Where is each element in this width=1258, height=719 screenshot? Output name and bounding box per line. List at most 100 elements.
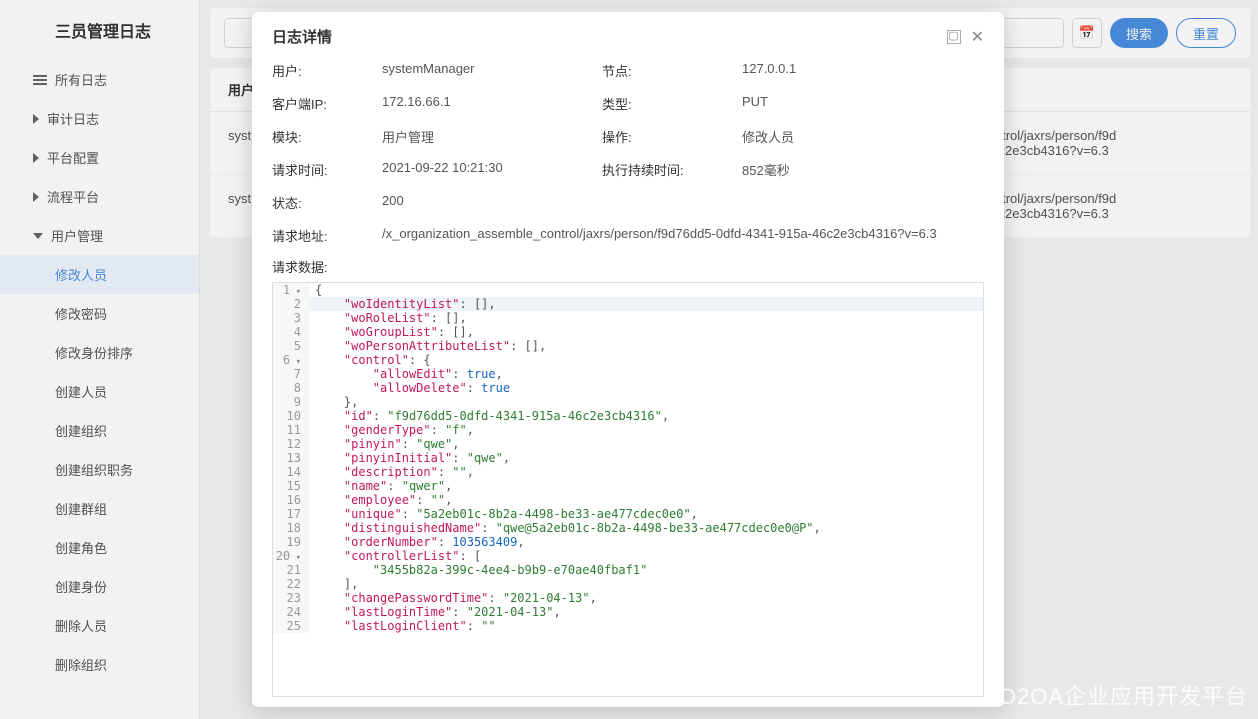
value-duration: 852毫秒 bbox=[742, 160, 984, 179]
label-type: 类型: bbox=[602, 94, 742, 113]
gutter: 9 bbox=[273, 395, 309, 409]
code-content: "controllerList": [ bbox=[309, 549, 983, 563]
gutter: 6 bbox=[273, 353, 309, 367]
code-line[interactable]: 10 "id": "f9d76dd5-0dfd-4341-915a-46c2e3… bbox=[273, 409, 983, 423]
code-content: "3455b82a-399c-4ee4-b9b9-e70ae40fbaf1" bbox=[309, 563, 983, 577]
label-module: 模块: bbox=[272, 127, 382, 146]
code-content: "employee": "", bbox=[309, 493, 983, 507]
code-content: "woRoleList": [], bbox=[309, 311, 983, 325]
label-duration: 执行持续时间: bbox=[602, 160, 742, 179]
gutter: 15 bbox=[273, 479, 309, 493]
code-content: "woGroupList": [], bbox=[309, 325, 983, 339]
gutter: 8 bbox=[273, 381, 309, 395]
code-content: "genderType": "f", bbox=[309, 423, 983, 437]
label-req-data: 请求数据: bbox=[272, 257, 984, 276]
gutter: 10 bbox=[273, 409, 309, 423]
code-content: ], bbox=[309, 577, 983, 591]
label-operation: 操作: bbox=[602, 127, 742, 146]
code-content: "pinyinInitial": "qwe", bbox=[309, 451, 983, 465]
code-line[interactable]: 11 "genderType": "f", bbox=[273, 423, 983, 437]
value-client-ip: 172.16.66.1 bbox=[382, 94, 602, 113]
gutter: 1 bbox=[273, 283, 309, 297]
code-line[interactable]: 25 "lastLoginClient": "" bbox=[273, 619, 983, 633]
label-client-ip: 客户端IP: bbox=[272, 94, 382, 113]
code-line[interactable]: 9 }, bbox=[273, 395, 983, 409]
code-line[interactable]: 4 "woGroupList": [], bbox=[273, 325, 983, 339]
gutter: 12 bbox=[273, 437, 309, 451]
label-req-addr: 请求地址: bbox=[272, 226, 382, 245]
label-req-time: 请求时间: bbox=[272, 160, 382, 179]
modal-title: 日志详情 bbox=[272, 26, 937, 47]
value-type: PUT bbox=[742, 94, 984, 113]
code-line[interactable]: 8 "allowDelete": true bbox=[273, 381, 983, 395]
code-line[interactable]: 17 "unique": "5a2eb01c-8b2a-4498-be33-ae… bbox=[273, 507, 983, 521]
value-status: 200 bbox=[382, 193, 602, 212]
code-line[interactable]: 2 "woIdentityList": [], bbox=[273, 297, 983, 311]
close-icon[interactable]: ✕ bbox=[971, 27, 984, 47]
gutter: 11 bbox=[273, 423, 309, 437]
gutter: 17 bbox=[273, 507, 309, 521]
value-module: 用户管理 bbox=[382, 127, 602, 146]
value-req-addr: /x_organization_assemble_control/jaxrs/p… bbox=[382, 226, 984, 245]
code-line[interactable]: 14 "description": "", bbox=[273, 465, 983, 479]
code-content: "control": { bbox=[309, 353, 983, 367]
maximize-icon[interactable]: ▢ bbox=[947, 30, 961, 44]
gutter: 19 bbox=[273, 535, 309, 549]
code-line[interactable]: 6 "control": { bbox=[273, 353, 983, 367]
code-line[interactable]: 18 "distinguishedName": "qwe@5a2eb01c-8b… bbox=[273, 521, 983, 535]
gutter: 21 bbox=[273, 563, 309, 577]
code-content: "pinyin": "qwe", bbox=[309, 437, 983, 451]
value-operation: 修改人员 bbox=[742, 127, 984, 146]
code-content: "woIdentityList": [], bbox=[309, 297, 983, 311]
gutter: 7 bbox=[273, 367, 309, 381]
code-content: "distinguishedName": "qwe@5a2eb01c-8b2a-… bbox=[309, 521, 983, 535]
gutter: 4 bbox=[273, 325, 309, 339]
code-content: "allowDelete": true bbox=[309, 381, 983, 395]
gutter: 16 bbox=[273, 493, 309, 507]
code-line[interactable]: 12 "pinyin": "qwe", bbox=[273, 437, 983, 451]
gutter: 2 bbox=[273, 297, 309, 311]
code-content: "changePasswordTime": "2021-04-13", bbox=[309, 591, 983, 605]
gutter: 18 bbox=[273, 521, 309, 535]
gutter: 22 bbox=[273, 577, 309, 591]
gutter: 25 bbox=[273, 619, 309, 633]
gutter: 24 bbox=[273, 605, 309, 619]
code-content: "allowEdit": true, bbox=[309, 367, 983, 381]
value-node: 127.0.0.1 bbox=[742, 61, 984, 80]
code-line[interactable]: 5 "woPersonAttributeList": [], bbox=[273, 339, 983, 353]
code-line[interactable]: 3 "woRoleList": [], bbox=[273, 311, 983, 325]
code-content: "orderNumber": 103563409, bbox=[309, 535, 983, 549]
code-line[interactable]: 21 "3455b82a-399c-4ee4-b9b9-e70ae40fbaf1… bbox=[273, 563, 983, 577]
code-content: }, bbox=[309, 395, 983, 409]
modal-body: 用户: systemManager 节点: 127.0.0.1 客户端IP: 1… bbox=[252, 61, 1004, 707]
code-line[interactable]: 13 "pinyinInitial": "qwe", bbox=[273, 451, 983, 465]
code-content: "id": "f9d76dd5-0dfd-4341-915a-46c2e3cb4… bbox=[309, 409, 983, 423]
code-editor[interactable]: 1{2 "woIdentityList": [],3 "woRoleList":… bbox=[272, 282, 984, 697]
gutter: 14 bbox=[273, 465, 309, 479]
label-node: 节点: bbox=[602, 61, 742, 80]
code-content: "lastLoginTime": "2021-04-13", bbox=[309, 605, 983, 619]
code-line[interactable]: 20 "controllerList": [ bbox=[273, 549, 983, 563]
log-detail-modal: 日志详情 ▢ ✕ 用户: systemManager 节点: 127.0.0.1… bbox=[252, 12, 1004, 707]
code-line[interactable]: 24 "lastLoginTime": "2021-04-13", bbox=[273, 605, 983, 619]
code-content: "name": "qwer", bbox=[309, 479, 983, 493]
gutter: 20 bbox=[273, 549, 309, 563]
label-user: 用户: bbox=[272, 61, 382, 80]
modal-header: 日志详情 ▢ ✕ bbox=[252, 12, 1004, 61]
gutter: 5 bbox=[273, 339, 309, 353]
label-status: 状态: bbox=[272, 193, 382, 212]
code-content: "unique": "5a2eb01c-8b2a-4498-be33-ae477… bbox=[309, 507, 983, 521]
value-user: systemManager bbox=[382, 61, 602, 80]
code-line[interactable]: 15 "name": "qwer", bbox=[273, 479, 983, 493]
code-content: "description": "", bbox=[309, 465, 983, 479]
code-line[interactable]: 23 "changePasswordTime": "2021-04-13", bbox=[273, 591, 983, 605]
code-content: "lastLoginClient": "" bbox=[309, 619, 983, 633]
code-line[interactable]: 19 "orderNumber": 103563409, bbox=[273, 535, 983, 549]
code-content: "woPersonAttributeList": [], bbox=[309, 339, 983, 353]
code-line[interactable]: 7 "allowEdit": true, bbox=[273, 367, 983, 381]
code-content: { bbox=[309, 283, 983, 297]
code-line[interactable]: 1{ bbox=[273, 283, 983, 297]
code-line[interactable]: 16 "employee": "", bbox=[273, 493, 983, 507]
gutter: 3 bbox=[273, 311, 309, 325]
code-line[interactable]: 22 ], bbox=[273, 577, 983, 591]
